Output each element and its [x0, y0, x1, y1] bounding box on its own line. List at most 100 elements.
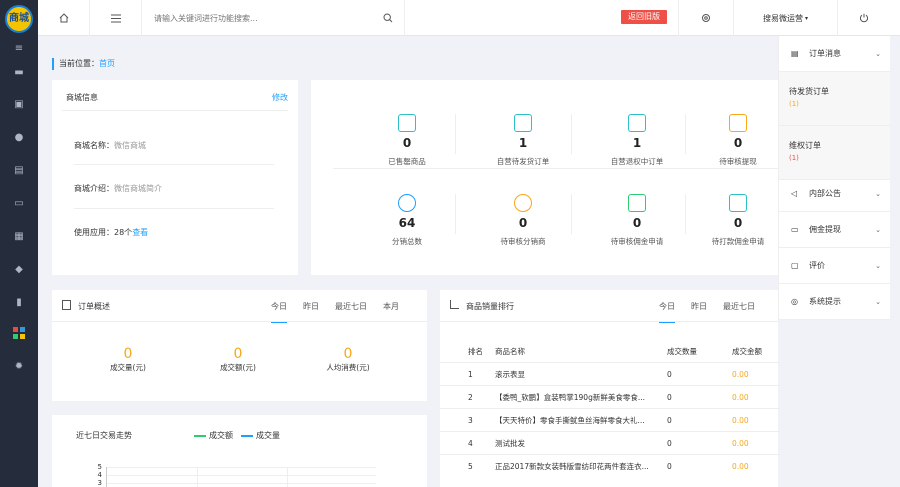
settings-icon[interactable]: ✹ [12, 360, 26, 374]
stat-unpaid-commission[interactable]: 0 待打款佣金申请 [698, 194, 778, 247]
sidebar: 商城 ≡ ▬ ▣ ● ▤ ▭ ▦ ◆ ▮ ✹ [0, 0, 38, 487]
refund-doc-icon [628, 114, 646, 132]
amount-cell: 0.00 [732, 416, 749, 425]
product-name-cell: 【委鸭_软鹏】盒装鸭掌190g新鲜美食零食... [495, 393, 645, 402]
metric-label: 成交量(元) [110, 363, 146, 372]
tab-today[interactable]: 今日 [271, 302, 287, 323]
internal-notice-item[interactable]: ◁ 内部公告 ⌄ [779, 176, 891, 212]
chevron-down-icon: ⌄ [875, 50, 881, 58]
stat-label: 自营待发货订单 [496, 157, 550, 166]
power-icon [859, 13, 869, 23]
stat-withdraw[interactable]: 0 待审核提现 [698, 114, 778, 167]
apps-icon[interactable] [12, 327, 26, 341]
tab-last-7-days[interactable]: 最近七日 [723, 302, 755, 311]
home-button[interactable] [38, 0, 90, 36]
amount-cell: 0.00 [732, 462, 749, 471]
trend-panel: 近七日交易走势 成交额 成交量 543 [52, 415, 427, 487]
order-icon[interactable]: ▣ [12, 98, 26, 112]
metric-amount: 0 成交额(元) [208, 346, 268, 373]
stat-value: 64 [398, 216, 416, 230]
amount-cell: 0.00 [732, 439, 749, 448]
bag-icon [398, 114, 416, 132]
stat-value: 1 [518, 136, 528, 150]
money-bag-icon[interactable]: ◆ [12, 263, 26, 277]
tab-yesterday[interactable]: 昨日 [303, 302, 319, 311]
pending-ship-item[interactable]: 待发货订单 (1) [779, 72, 891, 126]
table-row[interactable]: 2 【委鸭_软鹏】盒装鸭掌190g新鲜美食零食... 0 0.00 [440, 386, 780, 409]
stat-refund[interactable]: 1 自营退权中订单 [582, 114, 692, 167]
notice-label: 内部公告 [809, 189, 841, 198]
commission-withdraw-item[interactable]: ▭ 佣金提现 ⌄ [779, 212, 891, 248]
card-icon[interactable]: ▭ [12, 197, 26, 211]
settings-button[interactable] [678, 0, 734, 36]
refund-count: (1) [789, 154, 799, 162]
y-tick: 3 [97, 479, 102, 487]
amount-cell: 0.00 [732, 393, 749, 402]
bell-icon: ◎ [791, 297, 798, 306]
scrollbar[interactable] [890, 36, 900, 487]
qty-cell: 0 [667, 416, 672, 425]
tab-last-7-days[interactable]: 最近七日 [335, 302, 367, 311]
ranking-tabs: 今日 昨日 最近七日 [659, 301, 771, 323]
stat-sold-out[interactable]: 0 已售罄商品 [352, 114, 462, 167]
edit-link[interactable]: 修改 [272, 92, 288, 103]
back-to-old-version-button[interactable]: 返回旧版 [621, 10, 667, 24]
legend-item[interactable]: 成交量 [256, 430, 280, 441]
order-messages-header[interactable]: ▤ 订单消息 ⌄ [779, 36, 891, 72]
commission-label: 佣金提现 [809, 225, 841, 234]
ranking-table: 排名 商品名称 成交数量 成交金额 1 滚示表显 0 0.00 2 【委鸭_软鹏】盒装鸭… [440, 340, 780, 478]
metric-value: 0 [343, 346, 353, 362]
breadcrumb-home-link[interactable]: 首页 [99, 59, 115, 68]
bar-chart-icon [450, 300, 459, 309]
user-icon[interactable]: ● [12, 131, 26, 145]
product-name-cell: 【天天特价】零食手撕鱿鱼丝海鲜零食大礼... [495, 416, 645, 425]
apps-count: 28个 [114, 228, 133, 237]
stat-distributors[interactable]: 64 分销总数 [352, 194, 462, 247]
notification-panel: ▤ 订单消息 ⌄ 待发货订单 (1) 维权订单 (1) ◁ 内部公告 ⌄ ▭ 佣金提现 ⌄ … [778, 36, 891, 320]
rank-cell: 1 [468, 370, 473, 379]
stat-label: 待审核分销商 [500, 237, 546, 246]
search-input[interactable] [154, 11, 374, 25]
commission-doc-icon [628, 194, 646, 212]
order-tabs: 今日 昨日 最近七日 本月 [271, 301, 415, 323]
search-icon[interactable] [372, 0, 404, 36]
metric-value: 0 [123, 346, 133, 362]
stats-panel: 0 已售罄商品 1 自营待发货订单 1 自营退权中订单 0 待审核提现 64 分销总数 0… [311, 80, 778, 275]
tab-today[interactable]: 今日 [659, 302, 675, 323]
stat-pending-ship[interactable]: 1 自营待发货订单 [468, 114, 578, 167]
review-item[interactable]: ▢ 评价 ⌄ [779, 248, 891, 284]
metric-label: 人均消费(元) [326, 363, 370, 372]
table-row[interactable]: 3 【天天特价】零食手撕鱿鱼丝海鲜零食大礼... 0 0.00 [440, 409, 780, 432]
order-overview-panel: 订单概述 今日 昨日 最近七日 本月 0 成交量(元) 0 成交额(元) 0 人均消费(元) [52, 290, 427, 401]
menu-button[interactable] [90, 0, 142, 36]
table-row[interactable]: 4 测试批发 0 0.00 [440, 432, 780, 455]
trend-legend: 成交额 成交量 [194, 430, 280, 441]
stat-pending-commission[interactable]: 0 待审核佣金申请 [582, 194, 692, 247]
document-icon[interactable]: ▤ [12, 164, 26, 178]
account-dropdown[interactable]: 搜易微运营 ▾ [734, 0, 838, 36]
legend-item[interactable]: 成交额 [209, 430, 233, 441]
pending-ship-count: (1) [789, 100, 799, 108]
review-label: 评价 [809, 261, 825, 270]
stat-value: 0 [733, 136, 743, 150]
refund-order-item[interactable]: 维权订单 (1) [779, 126, 891, 180]
order-messages-label: 订单消息 [809, 49, 841, 58]
chevron-down-icon: ⌄ [875, 298, 881, 306]
table-row[interactable]: 5 正品2017新款女装韩版雪纺印花两件套连衣... 0 0.00 [440, 455, 780, 478]
gift-icon[interactable]: ▦ [12, 230, 26, 244]
legend-swatch [194, 434, 206, 437]
table-row[interactable]: 1 滚示表显 0 0.00 [440, 363, 780, 386]
tab-this-month[interactable]: 本月 [383, 302, 399, 311]
store-icon[interactable]: ▬ [12, 66, 26, 80]
app-logo[interactable]: 商城 [5, 5, 33, 33]
hamburger-icon [110, 14, 121, 22]
chart-bar-icon[interactable]: ▮ [12, 296, 26, 310]
stat-pending-distributors[interactable]: 0 待审核分销商 [468, 194, 578, 247]
apps-view-link[interactable]: 查看 [132, 228, 148, 237]
stat-label: 已售罄商品 [388, 157, 426, 166]
menu-toggle-icon[interactable]: ≡ [12, 42, 26, 56]
withdraw-search-icon [729, 114, 747, 132]
tab-yesterday[interactable]: 昨日 [691, 302, 707, 311]
system-notice-item[interactable]: ◎ 系统提示 ⌄ [779, 284, 891, 320]
power-button[interactable] [838, 0, 890, 36]
